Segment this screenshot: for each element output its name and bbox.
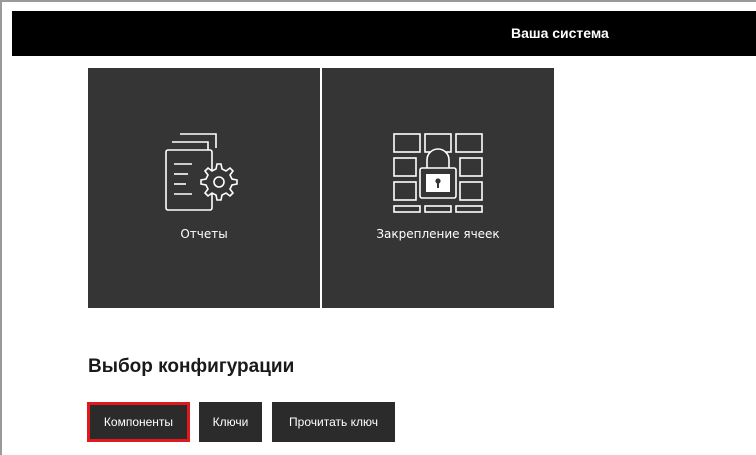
- window-top-border: [0, 0, 756, 2]
- keys-button[interactable]: Ключи: [199, 402, 262, 442]
- window-left-border: [0, 0, 2, 455]
- cell-lock-icon: [393, 133, 483, 213]
- config-section-title: Выбор конфигурации: [88, 356, 295, 377]
- header-title[interactable]: Ваша система: [511, 11, 609, 56]
- tile-cell-lock-label: Закрепление ячеек: [376, 227, 500, 241]
- header-bar: Ваша система: [12, 11, 756, 56]
- read-key-button[interactable]: Прочитать ключ: [272, 402, 395, 442]
- tile-cell-lock[interactable]: Закрепление ячеек: [322, 68, 554, 308]
- components-button[interactable]: Компоненты: [87, 402, 190, 442]
- tile-reports-label: Отчеты: [180, 227, 228, 241]
- tile-reports[interactable]: Отчеты: [88, 68, 320, 308]
- report-settings-icon: [165, 133, 238, 211]
